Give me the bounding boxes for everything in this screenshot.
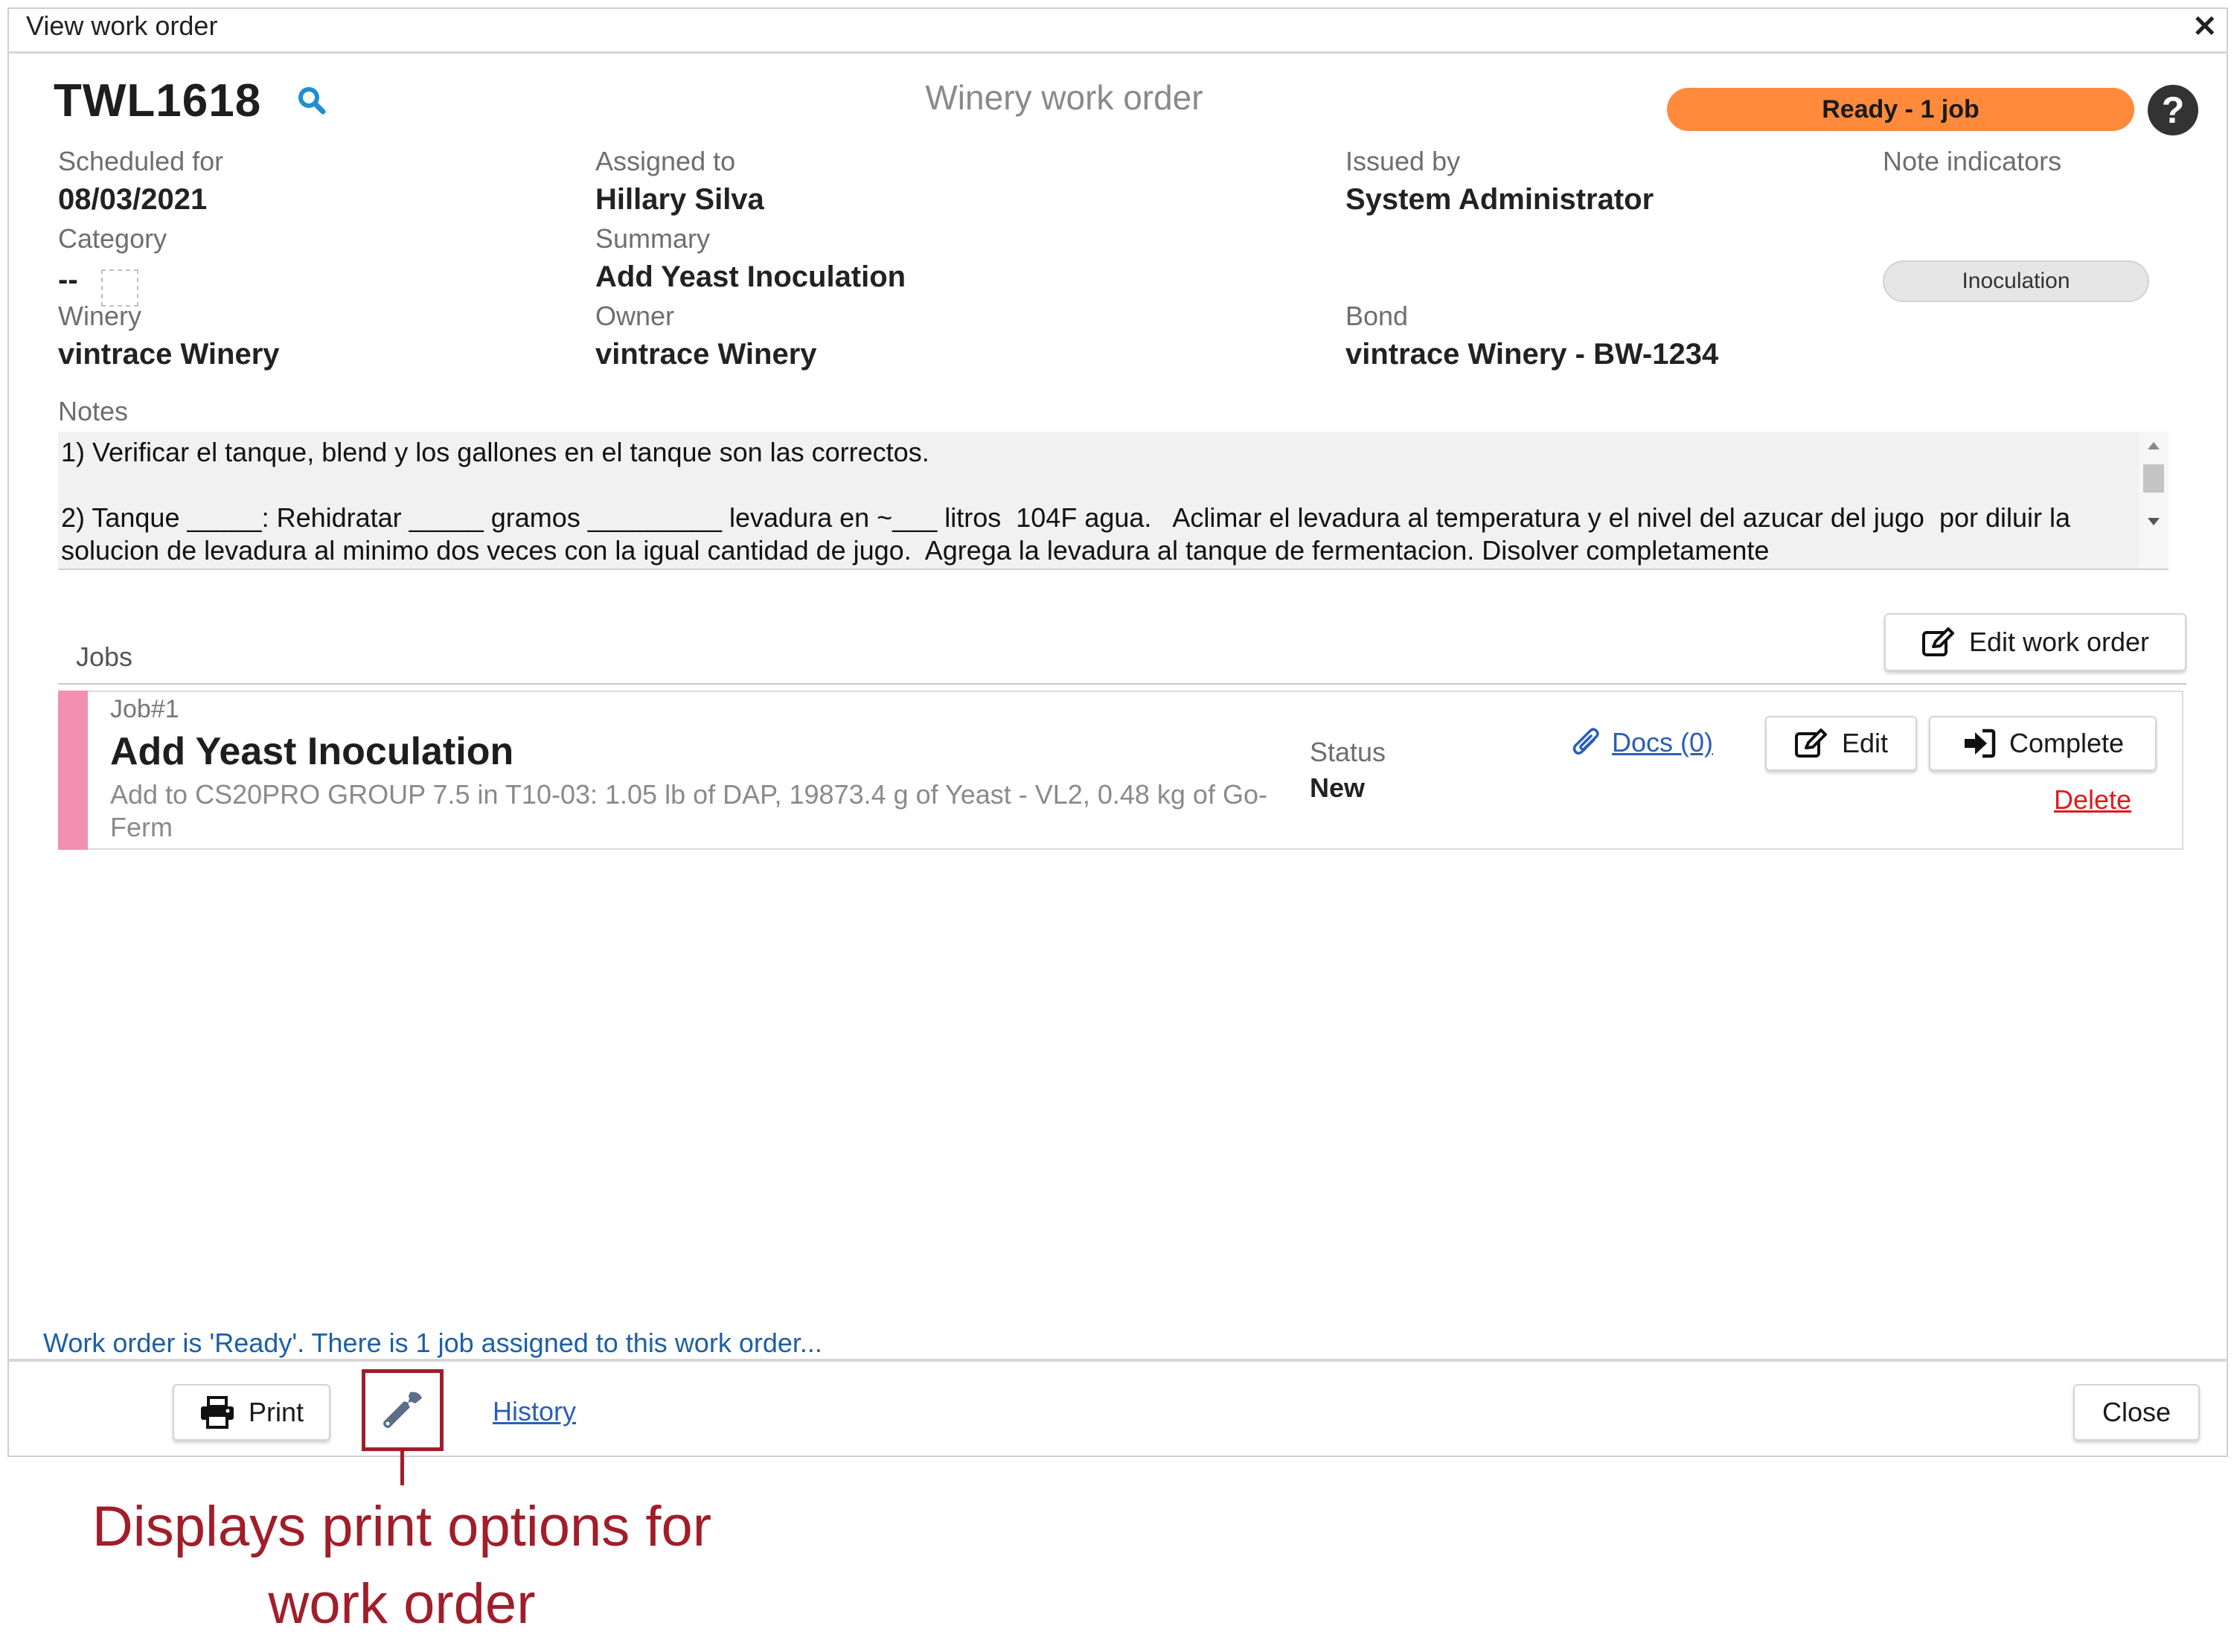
- dialog-title: View work order: [26, 10, 218, 41]
- notes-label: Notes: [58, 396, 129, 426]
- edit-work-order-label: Edit work order: [1968, 627, 2150, 657]
- category-label: Category: [58, 223, 167, 254]
- job-title: Add Yeast Inoculation: [110, 730, 514, 773]
- dialog-titlebar: [7, 7, 2228, 54]
- docs-link[interactable]: Docs (0): [1572, 726, 1713, 759]
- scheduled-for-value: 08/03/2021: [58, 183, 208, 216]
- winery-label: Winery: [58, 301, 142, 331]
- edit-job-button[interactable]: Edit: [1765, 716, 1917, 771]
- assigned-to-value: Hillary Silva: [595, 183, 764, 216]
- docs-label[interactable]: Docs (0): [1612, 727, 1713, 758]
- wrench-icon: [383, 1392, 422, 1428]
- delete-job-link[interactable]: Delete: [2054, 784, 2131, 816]
- edit-work-order-button[interactable]: Edit work order: [1884, 613, 2186, 671]
- scroll-thumb[interactable]: [2143, 464, 2164, 493]
- edit-icon: [1921, 627, 1954, 656]
- close-icon[interactable]: ✕: [2192, 12, 2218, 42]
- printer-icon: [200, 1396, 234, 1429]
- job-color-stripe: [58, 691, 88, 850]
- complete-job-label: Complete: [2009, 728, 2125, 758]
- notes-scrollbar[interactable]: [2139, 432, 2169, 569]
- owner-label: Owner: [595, 301, 675, 331]
- edit-job-label: Edit: [1841, 728, 1889, 758]
- issued-by-label: Issued by: [1345, 146, 1461, 176]
- print-label: Print: [248, 1397, 304, 1427]
- callout-connector: [400, 1451, 404, 1485]
- callout-annotation: Displays print options for work order: [92, 1495, 712, 1636]
- job-number: Job#1: [110, 695, 179, 723]
- scroll-down-icon[interactable]: [2148, 518, 2160, 525]
- work-order-type-title: Winery work order: [925, 78, 1203, 117]
- job-status-label: Status: [1310, 737, 1386, 767]
- assigned-to-label: Assigned to: [595, 146, 736, 176]
- print-button[interactable]: Print: [173, 1384, 330, 1441]
- category-value: --: [58, 263, 78, 296]
- jobs-section-label: Jobs: [76, 641, 133, 672]
- job-description: Add to CS20PRO GROUP 7.5 in T10-03: 1.05…: [110, 779, 1267, 842]
- scheduled-for-label: Scheduled for: [58, 146, 224, 176]
- jobs-divider: [58, 683, 2186, 685]
- notes-text: 1) Verificar el tanque, blend y los gall…: [61, 437, 2071, 566]
- close-label: Close: [2102, 1397, 2171, 1427]
- close-button[interactable]: Close: [2073, 1384, 2200, 1441]
- summary-label: Summary: [595, 223, 711, 254]
- work-order-id: TWL1618: [54, 75, 262, 127]
- bond-label: Bond: [1345, 301, 1409, 331]
- summary-value: Add Yeast Inoculation: [595, 260, 906, 293]
- bond-value: vintrace Winery - BW-1234: [1345, 338, 1719, 371]
- note-indicators-label: Note indicators: [1883, 146, 2062, 176]
- status-bar-message: Work order is 'Ready'. There is 1 job as…: [43, 1328, 822, 1358]
- scroll-up-icon[interactable]: [2148, 442, 2160, 449]
- search-icon[interactable]: [296, 85, 327, 116]
- help-icon[interactable]: ?: [2148, 85, 2198, 135]
- sign-in-arrow-icon: [1964, 729, 1996, 758]
- history-link[interactable]: History: [493, 1396, 576, 1427]
- paperclip-icon: [1572, 728, 1599, 755]
- complete-job-button[interactable]: Complete: [1929, 716, 2157, 771]
- job-status-value: New: [1310, 772, 1366, 803]
- status-badge: Ready - 1 job: [1667, 88, 2134, 131]
- owner-value: vintrace Winery: [595, 338, 817, 371]
- issued-by-value: System Administrator: [1345, 183, 1654, 216]
- note-indicator-chip: Inoculation: [1883, 260, 2149, 302]
- print-options-button[interactable]: [362, 1369, 444, 1451]
- edit-icon: [1794, 729, 1827, 758]
- notes-textarea[interactable]: 1) Verificar el tanque, blend y los gall…: [58, 432, 2169, 570]
- winery-value: vintrace Winery: [58, 338, 280, 371]
